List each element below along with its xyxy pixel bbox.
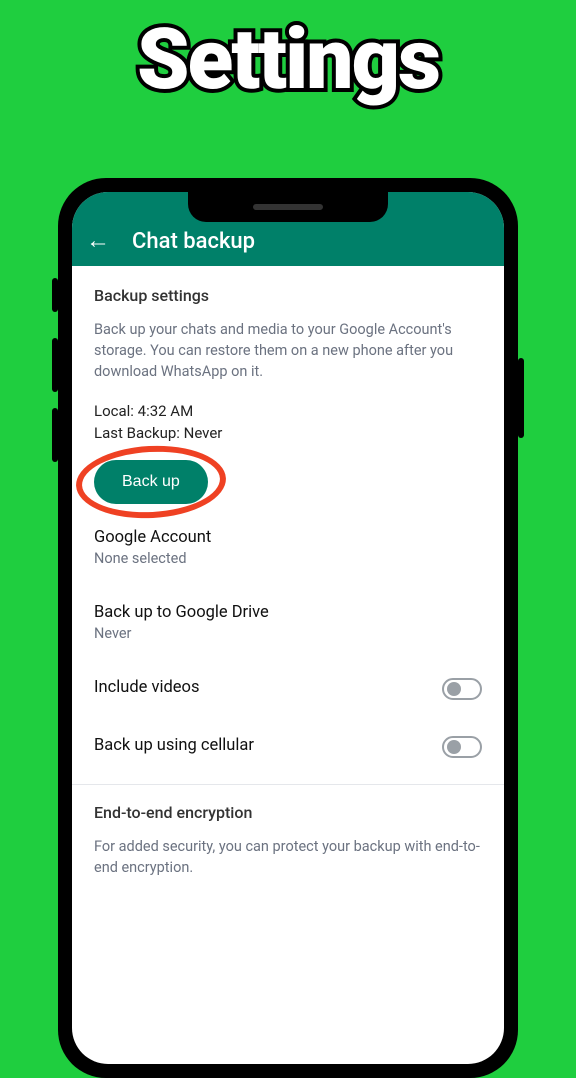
include-videos-label: Include videos	[94, 678, 430, 697]
backup-frequency-value: Never	[94, 625, 482, 642]
app-bar-title: Chat backup	[132, 229, 255, 254]
cellular-backup-toggle[interactable]	[442, 736, 482, 758]
backup-button[interactable]: Back up	[94, 460, 208, 504]
backup-frequency-row[interactable]: Back up to Google Drive Never	[94, 585, 482, 660]
phone-speaker	[253, 204, 323, 210]
google-account-value: None selected	[94, 550, 482, 567]
encryption-description: For added security, you can protect your…	[94, 836, 482, 878]
backup-frequency-label: Back up to Google Drive	[94, 603, 482, 622]
last-backup-status: Last Backup: Never	[94, 424, 482, 442]
cellular-backup-label: Back up using cellular	[94, 736, 430, 755]
toggle-knob-icon	[447, 740, 461, 754]
phone-screen: ← Chat backup Backup settings Back up yo…	[72, 192, 504, 1064]
cellular-backup-row: Back up using cellular	[94, 718, 482, 776]
backup-settings-description: Back up your chats and media to your Goo…	[94, 319, 482, 382]
phone-side-button	[518, 358, 524, 438]
phone-side-button	[52, 278, 58, 312]
back-arrow-icon[interactable]: ←	[86, 228, 110, 254]
content-area: Backup settings Back up your chats and m…	[72, 266, 504, 878]
backup-button-highlight: Back up	[94, 460, 208, 504]
phone-frame: ← Chat backup Backup settings Back up yo…	[58, 178, 518, 1078]
backup-settings-heading: Backup settings	[94, 286, 482, 305]
include-videos-row: Include videos	[94, 660, 482, 718]
google-account-label: Google Account	[94, 528, 482, 547]
section-divider	[72, 784, 504, 785]
google-account-row[interactable]: Google Account None selected	[94, 510, 482, 585]
local-backup-time: Local: 4:32 AM	[94, 402, 482, 420]
toggle-knob-icon	[447, 682, 461, 696]
encryption-heading: End-to-end encryption	[94, 803, 482, 822]
include-videos-toggle[interactable]	[442, 678, 482, 700]
promo-title: Settings	[0, 18, 576, 102]
phone-notch	[188, 192, 388, 222]
phone-side-button	[52, 338, 58, 392]
phone-side-button	[52, 408, 58, 462]
